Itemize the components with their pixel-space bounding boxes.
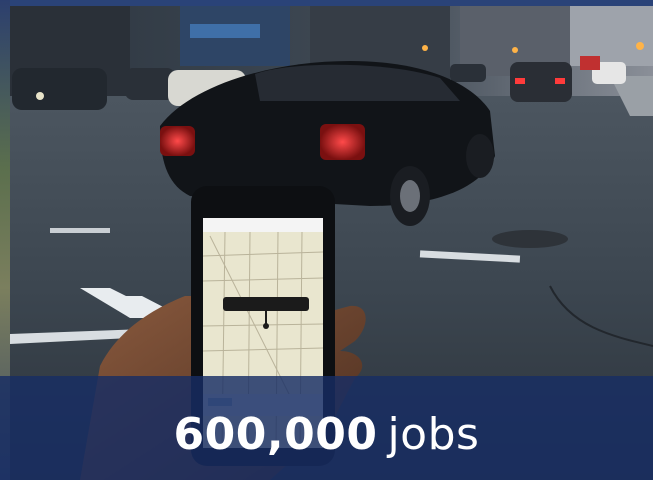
tail-light-right — [320, 124, 365, 160]
manhole-cover — [492, 230, 568, 248]
slide-frame: 600,000 jobs — [0, 0, 653, 480]
jobs-number: 600,000 — [173, 408, 378, 460]
parked-car-suv — [12, 68, 107, 110]
pickup-pin-label — [223, 297, 309, 311]
tail-light-left — [160, 126, 195, 156]
jobs-unit: jobs — [387, 408, 480, 460]
caption-band: 600,000 jobs — [0, 376, 653, 480]
jobs-caption: 600,000 jobs — [174, 409, 480, 460]
